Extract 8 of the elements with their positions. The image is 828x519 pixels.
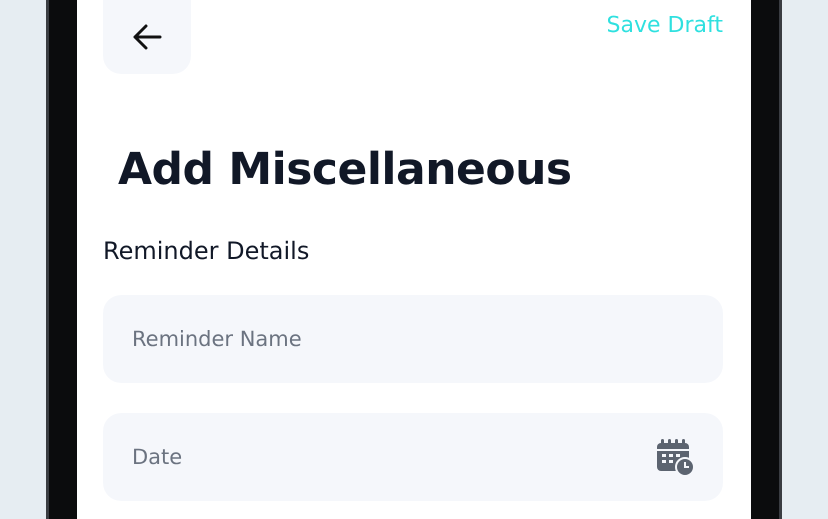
back-arrow-icon	[132, 24, 162, 50]
page-title: Add Miscellaneous	[118, 144, 573, 195]
calendar-clock-icon[interactable]	[655, 437, 695, 477]
section-heading: Reminder Details	[103, 237, 310, 265]
date-field[interactable]: Date	[103, 413, 723, 501]
input-field[interactable]: Reminder Name	[103, 295, 723, 383]
back-button[interactable]	[103, 0, 191, 74]
save-draft-button[interactable]: Save Draft	[606, 13, 723, 38]
